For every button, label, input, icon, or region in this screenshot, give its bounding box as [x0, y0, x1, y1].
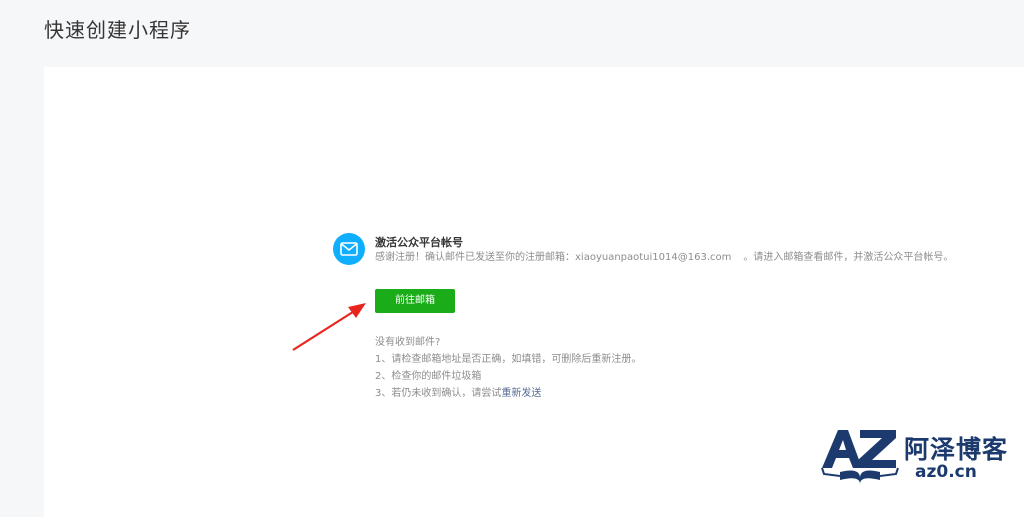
- az-logo-icon: [821, 430, 899, 484]
- help-item: 3、若仍未收到确认，请尝试重新发送: [375, 385, 641, 402]
- notice-desc-suffix: 。请进入邮箱查看邮件，并激活公众平台帐号。: [743, 252, 954, 263]
- watermark-name: 阿泽博客: [904, 435, 1009, 464]
- annotation-arrow-icon: [292, 303, 366, 351]
- mail-icon: [333, 233, 365, 265]
- notice-description: 感谢注册！确认邮件已发送至你的注册邮箱：xiaoyuanpaotui1014@1…: [375, 250, 955, 266]
- notice-title: 激活公众平台帐号: [375, 236, 463, 249]
- help-item: 2、检查你的邮件垃圾箱: [375, 371, 482, 382]
- help-item: 1、请检查邮箱地址是否正确，如填错，可删除后重新注册。: [375, 354, 642, 365]
- resend-link[interactable]: 重新发送: [501, 388, 541, 399]
- go-to-mailbox-button[interactable]: 前往邮箱: [375, 289, 455, 313]
- watermark-url: az0.cn: [915, 462, 977, 482]
- help-section: 没有收到邮件? 1、请检查邮箱地址是否正确，如填错，可删除后重新注册。 2、检查…: [375, 334, 641, 402]
- help-item-text: 3、若仍未收到确认，请尝试: [375, 388, 502, 399]
- watermark: 阿泽博客 az0.cn: [818, 424, 1008, 494]
- notice-desc-prefix: 感谢注册！确认邮件已发送至你的注册邮箱：: [375, 252, 575, 263]
- page-title: 快速创建小程序: [44, 18, 191, 42]
- help-heading: 没有收到邮件?: [375, 337, 441, 348]
- registered-email: xiaoyuanpaotui1014@163.com: [575, 252, 732, 263]
